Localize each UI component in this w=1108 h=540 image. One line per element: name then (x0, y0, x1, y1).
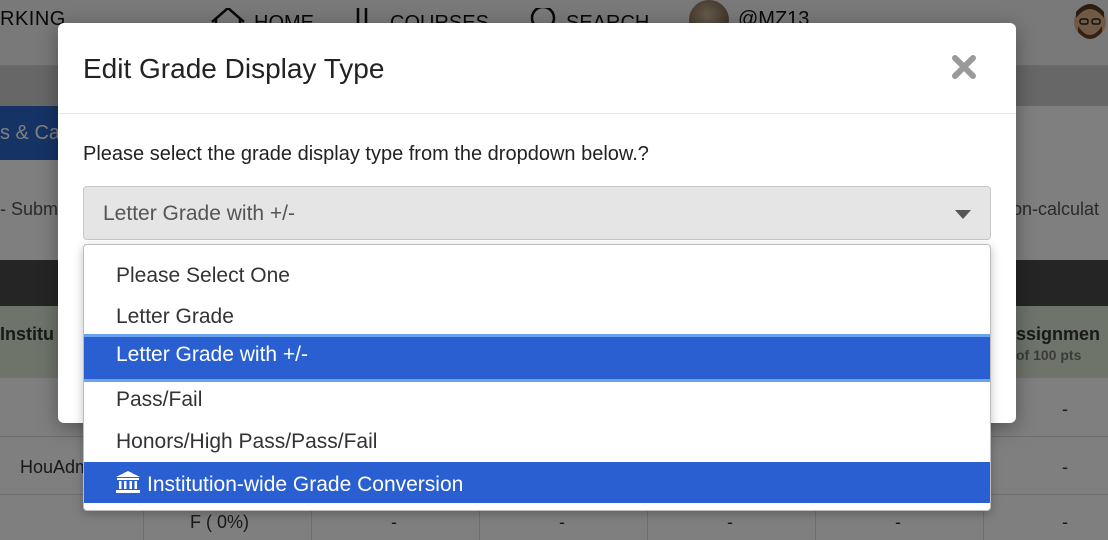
option-label: Please Select One (116, 264, 290, 287)
select-current-value: Letter Grade with +/- (103, 202, 296, 225)
option-institution-wide-conversion[interactable]: Institution-wide Grade Conversion (84, 462, 990, 503)
grade-display-options-list: Please Select One Letter Grade Letter Gr… (83, 244, 991, 511)
option-label: Honors/High Pass/Pass/Fail (116, 430, 378, 453)
close-icon[interactable] (948, 51, 980, 83)
modal-title: Edit Grade Display Type (83, 53, 385, 84)
option-honors-high-pass[interactable]: Honors/High Pass/Pass/Fail (84, 421, 990, 462)
option-please-select-one[interactable]: Please Select One (84, 255, 990, 296)
option-label: Pass/Fail (116, 388, 203, 411)
modal-prompt: Please select the grade display type fro… (83, 143, 649, 165)
modal-header: Edit Grade Display Type (58, 23, 1016, 114)
option-label: Letter Grade (116, 305, 234, 328)
option-letter-grade[interactable]: Letter Grade (84, 296, 990, 337)
grade-display-select[interactable]: Letter Grade with +/- (83, 186, 991, 240)
option-pass-fail[interactable]: Pass/Fail (84, 379, 990, 420)
option-label: Letter Grade with +/- (116, 343, 309, 366)
option-label: Institution-wide Grade Conversion (147, 473, 464, 496)
option-letter-grade-plus-minus[interactable]: Letter Grade with +/- (84, 334, 990, 382)
caret-down-icon (955, 210, 971, 219)
institution-icon (116, 471, 140, 493)
